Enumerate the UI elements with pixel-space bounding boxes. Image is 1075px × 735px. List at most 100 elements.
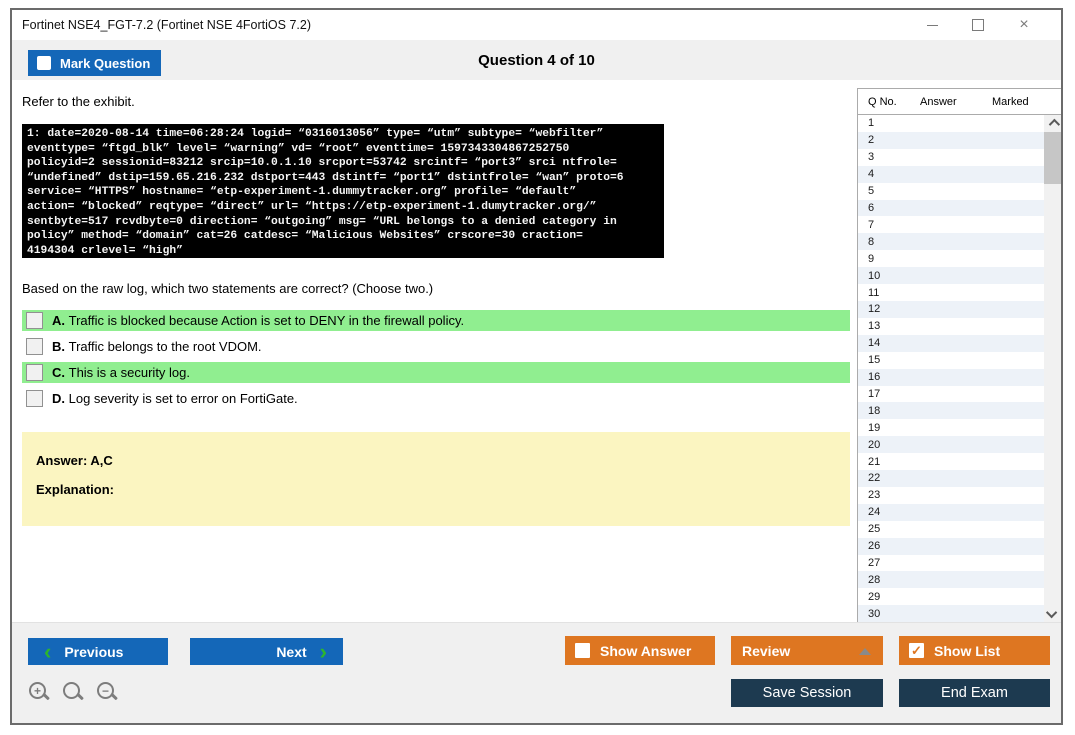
option-letter: D.: [52, 391, 69, 406]
save-session-button[interactable]: Save Session: [731, 679, 883, 707]
option-letter: B.: [52, 339, 69, 354]
question-list-row[interactable]: 29: [858, 588, 1044, 605]
review-label: Review: [742, 642, 791, 659]
title-bar: Fortinet NSE4_FGT-7.2 (Fortinet NSE 4For…: [12, 10, 1061, 40]
question-list-row[interactable]: 22: [858, 470, 1044, 487]
zoom-out-icon[interactable]: −: [96, 681, 120, 705]
question-list-row[interactable]: 25: [858, 521, 1044, 538]
question-list-row[interactable]: 5: [858, 183, 1044, 200]
main-area: Refer to the exhibit. 1: date=2020-08-14…: [12, 80, 1061, 623]
column-header-qno: Q No.: [868, 95, 897, 108]
end-exam-button[interactable]: End Exam: [899, 679, 1050, 707]
column-header-marked: Marked: [992, 95, 1029, 108]
question-list-row[interactable]: 17: [858, 386, 1044, 403]
question-list-row[interactable]: 14: [858, 334, 1044, 352]
option-checkbox[interactable]: [26, 364, 43, 381]
show-list-label: Show List: [934, 642, 1001, 659]
minimize-button[interactable]: [909, 12, 955, 38]
show-list-checkbox[interactable]: ✓: [909, 643, 924, 658]
option-checkbox[interactable]: [26, 312, 43, 329]
mark-question-label: Mark Question: [60, 55, 151, 71]
scroll-down-button[interactable]: [1044, 606, 1061, 622]
question-list-row[interactable]: 20: [858, 436, 1044, 454]
answer-option[interactable]: B. Traffic belongs to the root VDOM.: [22, 336, 850, 357]
window-controls: ×: [909, 12, 1047, 38]
question-list-row[interactable]: 3: [858, 149, 1044, 166]
maximize-icon: [972, 19, 984, 31]
question-list-row[interactable]: 15: [858, 352, 1044, 369]
question-list-scrollbar[interactable]: [1044, 115, 1061, 622]
show-list-button[interactable]: ✓ Show List: [899, 636, 1050, 665]
question-list-row[interactable]: 2: [858, 131, 1044, 149]
question-list-row[interactable]: 1: [858, 115, 1044, 132]
question-list-row[interactable]: 18: [858, 402, 1044, 420]
question-list-row[interactable]: 16: [858, 368, 1044, 386]
question-list-row[interactable]: 9: [858, 250, 1044, 267]
bottom-toolbar: ‹ Previous Next › + − Show Answer Review: [12, 622, 1061, 723]
option-letter: A.: [52, 313, 69, 328]
question-list-row[interactable]: 19: [858, 419, 1044, 436]
answer-box: Answer: A,C Explanation:: [22, 432, 850, 526]
scroll-up-button[interactable]: [1044, 115, 1061, 131]
question-list-row[interactable]: 28: [858, 571, 1044, 589]
question-list-row[interactable]: 24: [858, 503, 1044, 521]
minimize-icon: [926, 24, 938, 26]
question-panel: Refer to the exhibit. 1: date=2020-08-14…: [12, 80, 857, 622]
explanation-label: Explanation:: [36, 482, 115, 497]
chevron-up-icon: [1048, 118, 1060, 131]
option-text: Traffic is blocked because Action is set…: [68, 313, 465, 328]
question-list-row[interactable]: 21: [858, 453, 1044, 470]
magnifier-icon[interactable]: [62, 681, 86, 705]
check-icon: ✓: [911, 642, 922, 658]
question-list-row[interactable]: 23: [858, 487, 1044, 504]
close-icon: ×: [1019, 16, 1029, 33]
save-session-label: Save Session: [762, 685, 852, 701]
question-list-row[interactable]: 13: [858, 318, 1044, 335]
question-counter: Question 4 of 10: [478, 51, 595, 69]
question-list-rows: 1 2 3 4 5 6 7 8 9 10 11 12 13 14 15 16 17 18 19 20 21 22 23 24 2…: [858, 115, 1044, 623]
show-answer-label: Show Answer: [600, 642, 692, 659]
option-checkbox[interactable]: [26, 338, 43, 355]
answer-option[interactable]: D. Log severity is set to error on Forti…: [22, 388, 850, 409]
show-answer-button[interactable]: Show Answer: [565, 636, 715, 665]
answer-option[interactable]: A. Traffic is blocked because Action is …: [22, 310, 850, 331]
question-prompt: Based on the raw log, which two statemen…: [22, 281, 434, 296]
option-checkbox[interactable]: [26, 390, 43, 407]
question-list-row[interactable]: 30: [858, 605, 1044, 623]
column-header-answer: Answer: [920, 95, 957, 108]
zoom-in-icon[interactable]: +: [28, 681, 52, 705]
question-list-row[interactable]: 12: [858, 300, 1044, 318]
previous-label: Previous: [64, 643, 124, 660]
zoom-tools: + −: [28, 681, 120, 705]
option-text: This is a security log.: [68, 365, 190, 380]
question-list-header: Q No. Answer Marked: [858, 89, 1061, 115]
question-list-body: 1 2 3 4 5 6 7 8 9 10 11 12 13 14 15 16 17 18 19 20 21 22 23 24 2…: [858, 115, 1061, 623]
answer-option[interactable]: C. This is a security log.: [22, 362, 850, 383]
question-list-row[interactable]: 11: [858, 284, 1044, 301]
question-list-row[interactable]: 8: [858, 233, 1044, 251]
question-list-row[interactable]: 4: [858, 165, 1044, 183]
question-list-row[interactable]: 27: [858, 555, 1044, 572]
close-button[interactable]: ×: [1001, 12, 1047, 38]
next-button[interactable]: Next ›: [190, 638, 343, 665]
triangle-up-icon: [859, 648, 871, 655]
mark-question-button[interactable]: Mark Question: [28, 50, 161, 76]
question-list-row[interactable]: 6: [858, 199, 1044, 217]
maximize-button[interactable]: [955, 12, 1001, 38]
header-band: Mark Question Question 4 of 10: [12, 40, 1061, 80]
question-list-panel: Q No. Answer Marked 1 2 3 4 5 6 7 8 9 10 11 12 13 14 1…: [857, 88, 1061, 623]
scrollbar-thumb[interactable]: [1044, 132, 1061, 184]
end-exam-label: End Exam: [941, 685, 1008, 701]
show-answer-checkbox[interactable]: [575, 643, 590, 658]
exhibit-label: Refer to the exhibit.: [22, 94, 135, 109]
review-button[interactable]: Review: [731, 636, 883, 665]
answer-label: Answer: A,C: [36, 453, 113, 468]
option-letter: C.: [52, 365, 69, 380]
question-list-row[interactable]: 7: [858, 216, 1044, 233]
window-title: Fortinet NSE4_FGT-7.2 (Fortinet NSE 4For…: [22, 18, 311, 32]
previous-button[interactable]: ‹ Previous: [28, 638, 168, 665]
question-list-row[interactable]: 26: [858, 537, 1044, 555]
question-list-row[interactable]: 10: [858, 267, 1044, 285]
chevron-down-icon: [1045, 606, 1057, 619]
mark-question-checkbox[interactable]: [37, 56, 51, 70]
